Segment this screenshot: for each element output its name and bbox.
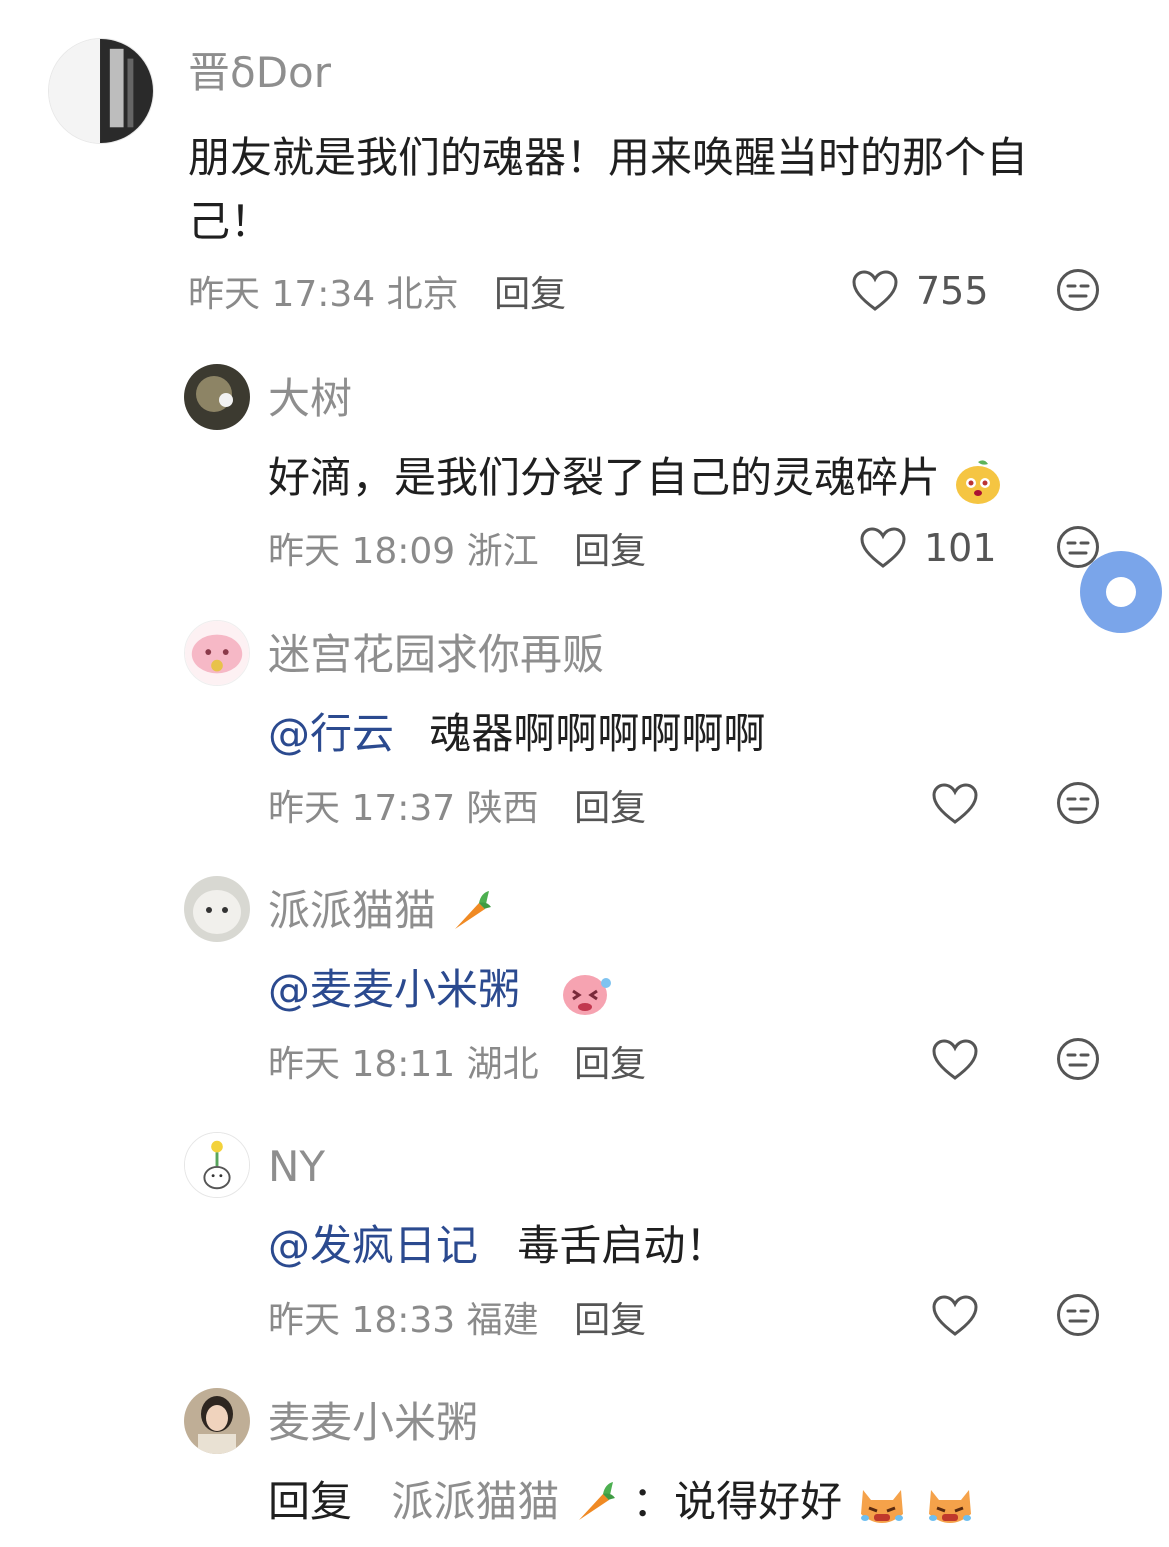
laughing-pig-sticker-icon xyxy=(563,974,612,1015)
like-button[interactable]: 101 xyxy=(860,527,997,569)
comment-location: 浙江 xyxy=(466,531,539,572)
comment-username[interactable]: NY xyxy=(268,1146,325,1188)
comment-text-line: 朋友就是我们的魂器！用来唤醒当时的那个自 xyxy=(188,133,1029,182)
like-button[interactable] xyxy=(932,783,978,825)
reply-target-name: 派派猫猫 xyxy=(391,1477,560,1526)
comment-text-line: 己！ xyxy=(188,197,273,246)
crying-cat-sticker-icon xyxy=(928,1489,971,1523)
comment-meta: 昨天 18:33 福建 回复 xyxy=(268,1303,646,1339)
avatar[interactable] xyxy=(184,1388,250,1454)
comment-username[interactable]: 派派猫猫 xyxy=(268,890,495,933)
avatar[interactable] xyxy=(184,364,250,430)
like-count: 755 xyxy=(916,269,989,313)
comment-time: 昨天 18:33 xyxy=(268,1300,456,1341)
comment-meta: 昨天 17:37 陕西 回复 xyxy=(268,791,646,827)
comment-text-line: 魂器啊啊啊啊啊啊 xyxy=(429,709,766,758)
comment-time: 昨天 18:11 xyxy=(268,1044,456,1085)
comment-text: @麦麦小米粥 xyxy=(268,958,615,1022)
carrot-icon xyxy=(455,890,492,929)
comment-location: 福建 xyxy=(466,1300,539,1341)
reply-button[interactable]: 回复 xyxy=(494,274,566,315)
username-text: 派派猫猫 xyxy=(268,886,437,935)
heart-icon xyxy=(852,270,898,311)
comment-time: 昨天 17:34 xyxy=(188,274,376,315)
comment-username[interactable]: 迷宫花园求你再贩 xyxy=(268,634,604,676)
heart-icon xyxy=(860,527,906,568)
comment-text: 回复 派派猫猫 ：说得好好 xyxy=(268,1470,977,1534)
reply-button[interactable]: 回复 xyxy=(574,1300,646,1341)
comment-text: @行云 魂器啊啊啊啊啊啊 xyxy=(268,702,765,766)
comment-username[interactable]: 晋δDor xyxy=(188,52,331,94)
like-button[interactable]: 755 xyxy=(852,270,989,312)
comment-location: 北京 xyxy=(386,274,459,315)
like-button[interactable] xyxy=(932,1295,978,1337)
mention-link[interactable]: @行云 xyxy=(268,709,394,758)
reaction-face-icon[interactable] xyxy=(1056,1293,1100,1337)
heart-icon xyxy=(932,1039,978,1080)
comment-meta: 昨天 18:09 浙江 回复 xyxy=(268,534,646,570)
reaction-face-icon[interactable] xyxy=(1056,1037,1100,1081)
reply-button[interactable]: 回复 xyxy=(574,788,646,829)
comment-text-line: ：说得好好 xyxy=(632,1477,843,1526)
comment-location: 湖北 xyxy=(466,1044,539,1085)
comment-text: 朋友就是我们的魂器！用来唤醒当时的那个自 己！ xyxy=(188,126,1028,254)
comment-meta: 昨天 17:34 北京 回复 xyxy=(188,277,566,313)
avatar[interactable] xyxy=(184,876,250,942)
reply-button[interactable]: 回复 xyxy=(574,1044,646,1085)
avatar[interactable] xyxy=(184,1132,250,1198)
heart-icon xyxy=(932,1295,978,1336)
like-count: 101 xyxy=(924,526,997,570)
like-button[interactable] xyxy=(932,1039,978,1081)
comment-username[interactable]: 大树 xyxy=(268,378,352,420)
mango-sticker-icon xyxy=(956,459,1001,504)
heart-icon xyxy=(932,783,978,824)
comment-time: 昨天 17:37 xyxy=(268,788,456,829)
carrot-icon xyxy=(578,1481,615,1520)
comment-text-line: 好滴，是我们分裂了自己的灵魂碎片 xyxy=(268,453,941,502)
crying-cat-sticker-icon xyxy=(861,1489,904,1523)
mention-link[interactable]: @麦麦小米粥 xyxy=(268,965,520,1014)
avatar[interactable] xyxy=(48,38,154,144)
reply-target-user[interactable]: 派派猫猫 xyxy=(391,1477,632,1526)
comment-text: @发疯日记 毒舌启动！ xyxy=(268,1214,727,1278)
avatar[interactable] xyxy=(184,620,250,686)
comment-meta: 昨天 18:11 湖北 回复 xyxy=(268,1047,646,1083)
floating-action-button[interactable] xyxy=(1080,551,1162,633)
comment-username[interactable]: 麦麦小米粥 xyxy=(268,1402,478,1444)
reaction-face-icon[interactable] xyxy=(1056,268,1100,312)
reaction-face-icon[interactable] xyxy=(1056,781,1100,825)
reply-button[interactable]: 回复 xyxy=(574,531,646,572)
reply-prefix: 回复 xyxy=(268,1477,353,1526)
mention-link[interactable]: @发疯日记 xyxy=(268,1221,478,1270)
comment-text-line: 毒舌启动！ xyxy=(517,1221,728,1270)
comment-location: 陕西 xyxy=(466,788,539,829)
comment-text: 好滴，是我们分裂了自己的灵魂碎片 xyxy=(268,446,1003,510)
comment-time: 昨天 18:09 xyxy=(268,531,456,572)
